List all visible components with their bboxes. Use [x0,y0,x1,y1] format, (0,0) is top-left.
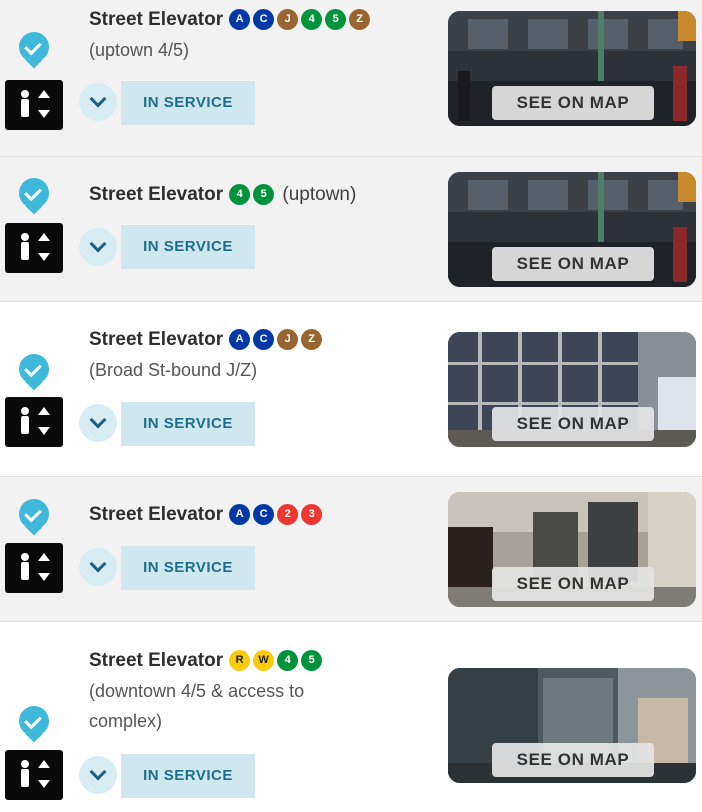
line-bullet-c: C [253,504,275,526]
see-on-map-button[interactable]: SEE ON MAP [492,86,654,120]
street-view-thumbnail[interactable]: SEE ON MAP [448,172,696,287]
line-bullets: 45 [229,182,277,208]
check-pin-icon [19,499,49,536]
line-bullets: ACJ45Z [229,7,373,33]
elevator-title: Street Elevator [89,184,224,206]
check-pin-icon [19,706,49,743]
status-badge: IN SERVICE [121,225,255,269]
status-badge: IN SERVICE [121,81,255,125]
line-bullet-w: W [253,650,275,672]
line-bullet-a: A [229,329,251,351]
line-bullet-j: J [277,329,299,351]
elevator-inline-note: (uptown) [282,184,357,206]
see-on-map-button[interactable]: SEE ON MAP [492,247,654,281]
line-bullet-2: 2 [277,504,299,526]
see-on-map-button[interactable]: SEE ON MAP [492,567,654,601]
line-bullet-4: 4 [277,650,299,672]
elevator-title-line: Street Elevator ACJZ [89,327,325,353]
elevator-icon [5,223,63,273]
street-view-thumbnail[interactable]: SEE ON MAP [448,492,696,607]
line-bullet-r: R [229,650,251,672]
elevator-title-line: Street Elevator 45 (uptown) [89,182,356,208]
elevator-note: (downtown 4/5 & access to complex) [89,676,409,736]
elevator-note: (Broad St-bound J/Z) [89,360,258,380]
check-pin-icon [19,178,49,215]
elevator-icon [5,397,63,447]
street-view-thumbnail[interactable]: SEE ON MAP [448,668,696,783]
chevron-down-icon[interactable] [79,548,117,586]
line-bullet-4: 4 [301,9,323,31]
elevator-card: Street Elevator AC23 IN SERVICE SEE ON M… [0,477,702,622]
line-bullet-z: Z [349,9,371,31]
elevator-icon [5,80,63,130]
elevator-note-line: (downtown 4/5 & access to [89,681,305,701]
line-bullets: AC23 [229,502,325,528]
elevator-card: Street Elevator ACJ45Z (uptown 4/5) IN S… [0,0,702,157]
check-pin-icon [19,354,49,391]
line-bullet-c: C [253,9,275,31]
line-bullets: ACJZ [229,327,325,353]
chevron-down-icon[interactable] [79,83,117,121]
line-bullet-a: A [229,9,251,31]
elevator-icon [5,543,63,593]
see-on-map-button[interactable]: SEE ON MAP [492,407,654,441]
elevator-title-line: Street Elevator ACJ45Z [89,7,373,33]
elevator-title-line: Street Elevator AC23 [89,502,325,528]
line-bullet-5: 5 [325,9,347,31]
elevator-note-line: complex) [89,711,163,731]
street-view-thumbnail[interactable]: SEE ON MAP [448,332,696,447]
line-bullets: RW45 [229,648,325,674]
see-on-map-button[interactable]: SEE ON MAP [492,743,654,777]
elevator-title: Street Elevator [89,329,224,351]
line-bullet-c: C [253,329,275,351]
elevator-title-line: Street Elevator RW45 [89,648,325,674]
line-bullet-3: 3 [301,504,323,526]
chevron-down-icon[interactable] [79,756,117,794]
line-bullet-5: 5 [253,184,275,206]
line-bullet-z: Z [301,329,323,351]
chevron-down-icon[interactable] [79,228,117,266]
check-pin-icon [19,32,49,69]
status-badge: IN SERVICE [121,754,255,798]
elevator-title: Street Elevator [89,650,224,672]
status-badge: IN SERVICE [121,402,255,446]
line-bullet-j: J [277,9,299,31]
line-bullet-4: 4 [229,184,251,206]
elevator-card: Street Elevator 45 (uptown) IN SERVICE S… [0,157,702,302]
elevator-card: Street Elevator ACJZ (Broad St-bound J/Z… [0,302,702,477]
street-view-thumbnail[interactable]: SEE ON MAP [448,11,696,126]
elevator-title: Street Elevator [89,504,224,526]
line-bullet-5: 5 [301,650,323,672]
elevator-card: Street Elevator RW45 (downtown 4/5 & acc… [0,622,702,812]
elevator-title: Street Elevator [89,9,224,31]
status-badge: IN SERVICE [121,546,255,590]
elevator-note: (uptown 4/5) [89,40,190,60]
chevron-down-icon[interactable] [79,404,117,442]
line-bullet-a: A [229,504,251,526]
